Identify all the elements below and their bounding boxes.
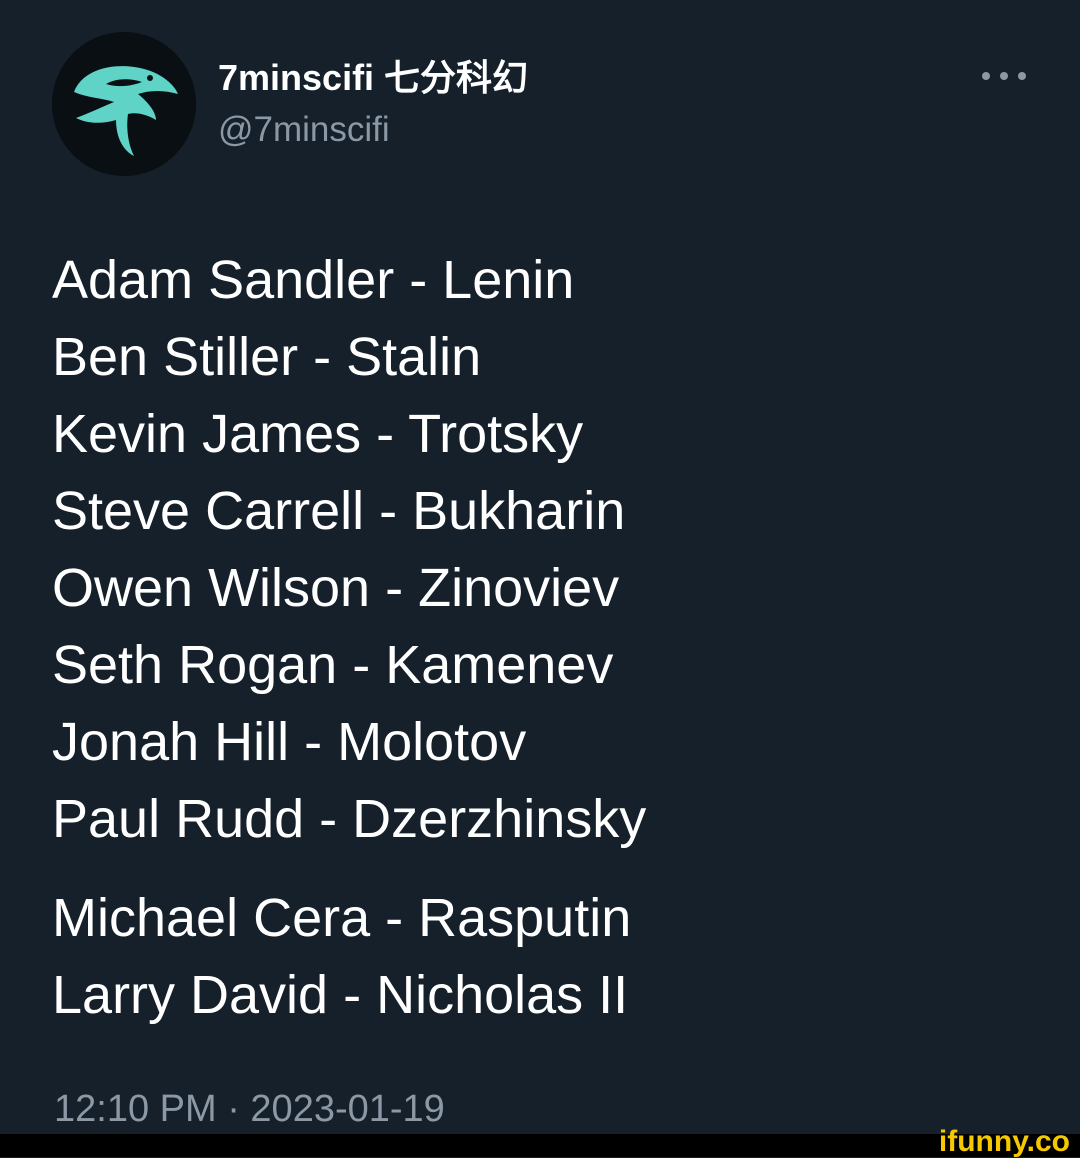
- user-handle[interactable]: @7minscifi: [218, 108, 390, 152]
- more-options-icon[interactable]: [982, 60, 1026, 92]
- tweet-line: Adam Sandler - Lenin: [52, 250, 575, 310]
- tweet-line: Seth Rogan - Kamenev: [52, 635, 614, 695]
- more-dot: [982, 72, 990, 80]
- tweet-line: Owen Wilson - Zinoviev: [52, 558, 620, 618]
- tweet-line: Paul Rudd - Dzerzhinsky: [52, 789, 647, 849]
- tweet-line: Ben Stiller - Stalin: [52, 327, 482, 387]
- tweet-line: Jonah Hill - Molotov: [52, 712, 527, 772]
- avatar[interactable]: [52, 32, 196, 176]
- tweet-line: Kevin James - Trotsky: [52, 404, 584, 464]
- ifunny-watermark: ifunny.co: [938, 1125, 1070, 1158]
- tweet-line: Steve Carrell - Bukharin: [52, 481, 626, 541]
- tweet-line: Michael Cera - Rasputin: [52, 888, 632, 948]
- more-dot: [1018, 72, 1026, 80]
- tweet-text: Adam Sandler - Lenin Ben Stiller - Stali…: [52, 242, 1032, 1034]
- tweet-timestamp[interactable]: 12:10 PM · 2023-01-19: [54, 1086, 445, 1132]
- avatar-logo-icon: [52, 32, 196, 176]
- watermark-bar: [0, 1134, 1080, 1157]
- display-name[interactable]: 7minscifi 七分科幻: [218, 56, 528, 100]
- more-dot: [1000, 72, 1008, 80]
- tweet-card: 7minscifi 七分科幻 @7minscifi Adam Sandler -…: [0, 0, 1080, 1134]
- tweet-line: Larry David - Nicholas II: [52, 965, 629, 1025]
